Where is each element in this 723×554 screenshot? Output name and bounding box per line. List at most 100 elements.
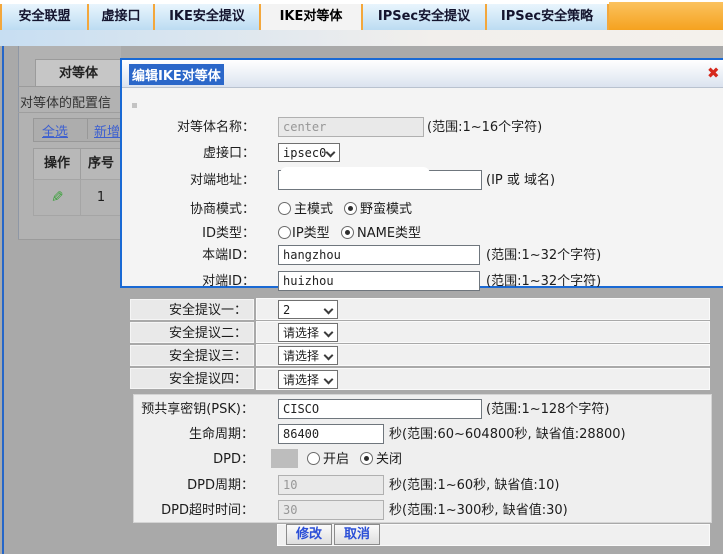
proposal-3-label: 安全提议三： xyxy=(130,345,254,366)
negotiation-mode-label: 协商模式： xyxy=(189,202,255,217)
psk-input[interactable] xyxy=(278,399,482,419)
select-all-link[interactable]: 全选 xyxy=(42,121,68,140)
negotiation-mode-row: 协商模式： 主模式 野蛮模式 xyxy=(122,199,722,220)
dpd-off-option-label: 关闭 xyxy=(376,452,403,467)
name-type-radio[interactable] xyxy=(341,226,354,239)
dialog-title: 编辑IKE对等体 xyxy=(129,64,224,85)
dpd-label: DPD： xyxy=(213,452,254,467)
proposal-2-select[interactable]: 请选择 xyxy=(278,323,338,342)
local-id-hint: (范围:1~32个字符) xyxy=(486,248,602,263)
peer-description-text: 对等体的配置信 xyxy=(20,96,112,110)
proposal-4-value: 请选择 xyxy=(283,373,320,387)
chevron-down-icon xyxy=(324,305,334,315)
local-id-input[interactable] xyxy=(278,245,480,265)
psk-dpd-section: 预共享密钥(PSK)： (范围:1~128个字符) 生命周期： 秒(范围:60~… xyxy=(133,394,712,523)
dpd-interval-hint: 秒(范围:1~60秒, 缺省值:10) xyxy=(389,478,560,493)
peer-name-label: 对等体名称： xyxy=(176,120,255,135)
chevron-down-icon xyxy=(324,328,334,338)
main-mode-option-label: 主模式 xyxy=(294,202,334,217)
dpd-off-radio[interactable] xyxy=(360,452,373,465)
dpd-interval-row: DPD周期： 秒(范围:1~60秒, 缺省值:10) xyxy=(134,475,711,496)
add-new-link[interactable]: 新增 xyxy=(94,121,120,140)
proposal-4-label: 安全提议四： xyxy=(130,368,254,389)
peer-address-hint: (IP 或 域名) xyxy=(486,173,556,188)
proposal-1-cell: 2 xyxy=(256,298,710,320)
main-mode-radio[interactable] xyxy=(278,202,291,215)
peer-name-hint: (范围:1~16个字符) xyxy=(427,120,543,135)
peer-id-label: 对端ID： xyxy=(202,274,255,289)
proposal-1-select[interactable]: 2 xyxy=(278,300,338,319)
dpd-on-radio[interactable] xyxy=(307,452,320,465)
aggressive-mode-option-label: 野蛮模式 xyxy=(360,202,413,217)
redaction-overlay xyxy=(352,174,462,188)
tab-security-alliance[interactable]: 安全联盟 xyxy=(0,4,89,30)
tab-bar-filler xyxy=(609,2,723,30)
close-icon[interactable]: ✖ xyxy=(707,64,720,82)
ip-type-radio[interactable] xyxy=(278,226,291,239)
dpd-timeout-row: DPD超时时间： 秒(范围:1~300秒, 缺省值:30) xyxy=(134,500,711,521)
column-header-seq: 序号 xyxy=(80,148,122,180)
tab-ipsec-proposal[interactable]: IPSec安全提议 xyxy=(363,4,487,30)
column-header-operation: 操作 xyxy=(33,148,81,180)
virtual-interface-value: ipsec0 xyxy=(283,146,327,160)
peer-id-row: 对端ID： (范围:1~32个字符) xyxy=(122,271,722,292)
dpd-timeout-input xyxy=(278,500,384,520)
name-type-option-label: NAME类型 xyxy=(357,226,422,241)
psk-row: 预共享密钥(PSK)： (范围:1~128个字符) xyxy=(134,399,711,420)
peer-section-tab[interactable]: 对等体 xyxy=(35,59,122,87)
proposal-1-label: 安全提议一： xyxy=(130,299,254,320)
proposal-4-cell: 请选择 xyxy=(256,368,710,390)
render-artifact xyxy=(132,103,137,108)
ip-type-option-label: IP类型 xyxy=(292,226,330,241)
cancel-button[interactable]: 取消 xyxy=(334,524,380,545)
modify-button[interactable]: 修改 xyxy=(286,524,332,545)
proposal-3-value: 请选择 xyxy=(283,349,320,363)
virtual-interface-select[interactable]: ipsec0 xyxy=(278,143,340,162)
id-type-row: ID类型： IP类型 NAME类型 xyxy=(122,223,722,244)
panel-bottom-line xyxy=(18,239,120,240)
edit-pencil-icon[interactable]: ✎ xyxy=(51,180,64,215)
id-type-label: ID类型： xyxy=(202,226,255,241)
top-tab-bar: 安全联盟 虚接口 IKE安全提议 IKE对等体 IPSec安全提议 IPSec安… xyxy=(0,0,723,30)
peer-address-row: 对端地址： (IP 或 域名) xyxy=(122,167,722,191)
table-toolbar: 全选 新增 xyxy=(33,118,122,142)
tab-virtual-interface[interactable]: 虚接口 xyxy=(89,4,155,30)
dialog-title-bar[interactable]: 编辑IKE对等体 ✖ xyxy=(122,60,723,88)
tab-ipsec-policy[interactable]: IPSec安全策略 xyxy=(487,4,609,30)
proposal-3-select[interactable]: 请选择 xyxy=(278,346,338,365)
virtual-interface-label: 虚接口： xyxy=(202,146,255,161)
ike-peer-config-page: 安全联盟 虚接口 IKE安全提议 IKE对等体 IPSec安全提议 IPSec安… xyxy=(0,0,723,554)
lifetime-input[interactable] xyxy=(278,424,384,444)
chevron-down-icon xyxy=(324,375,334,385)
lifetime-hint: 秒(范围:60~604800秒, 缺省值:28800) xyxy=(389,427,626,442)
aggressive-mode-radio[interactable] xyxy=(344,202,357,215)
sub-tab-strip xyxy=(0,30,723,46)
dpd-disabled-box xyxy=(271,449,298,468)
dpd-row: DPD： 开启 关闭 xyxy=(134,449,711,470)
virtual-interface-row: 虚接口： ipsec0 xyxy=(122,143,722,164)
proposal-2-cell: 请选择 xyxy=(256,321,710,343)
page-left-border xyxy=(2,46,4,554)
peer-id-input[interactable] xyxy=(278,271,480,291)
action-button-row: 修改 取消 xyxy=(277,524,710,546)
table-row-operation-cell: ✎ xyxy=(33,179,81,216)
peer-address-label: 对端地址： xyxy=(189,173,255,188)
dpd-timeout-label: DPD超时时间： xyxy=(161,503,254,518)
peer-name-input xyxy=(278,117,424,137)
chevron-down-icon xyxy=(324,351,334,361)
tab-ike-proposal[interactable]: IKE安全提议 xyxy=(155,4,261,30)
psk-hint: (范围:1~128个字符) xyxy=(486,402,610,417)
dpd-on-option-label: 开启 xyxy=(323,452,350,467)
tab-ike-peer[interactable]: IKE对等体 xyxy=(261,4,363,30)
chevron-down-icon xyxy=(326,148,336,158)
lifetime-label: 生命周期： xyxy=(188,427,254,442)
psk-label: 预共享密钥(PSK)： xyxy=(141,402,254,417)
dpd-interval-input xyxy=(278,475,384,495)
proposal-4-select[interactable]: 请选择 xyxy=(278,370,338,389)
lifetime-row: 生命周期： 秒(范围:60~604800秒, 缺省值:28800) xyxy=(134,424,711,445)
toolbar-divider xyxy=(87,119,88,139)
proposal-3-cell: 请选择 xyxy=(256,344,710,366)
edit-ike-peer-dialog: 编辑IKE对等体 ✖ 对等体名称： (范围:1~16个字符) 虚接口： ipse… xyxy=(120,58,723,291)
local-id-row: 本端ID： (范围:1~32个字符) xyxy=(122,245,722,266)
dpd-interval-label: DPD周期： xyxy=(187,478,254,493)
